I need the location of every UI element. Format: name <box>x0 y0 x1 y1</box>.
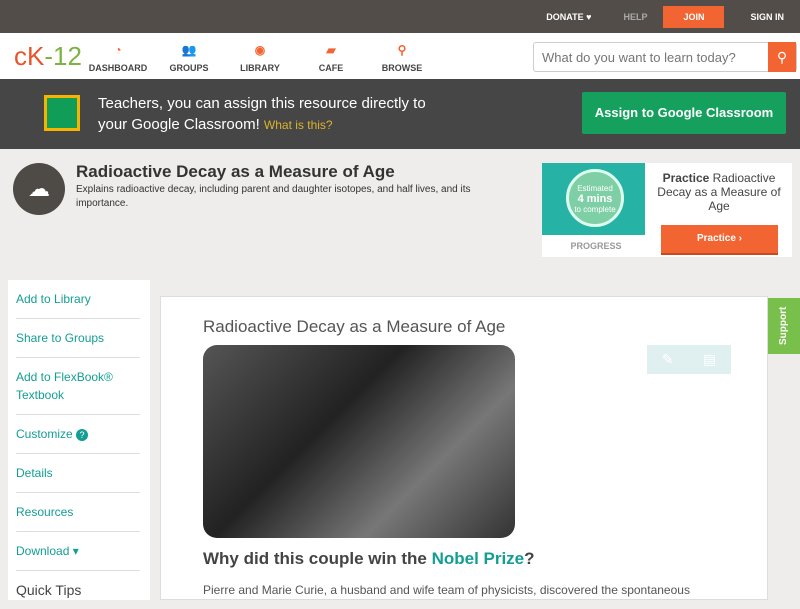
estimate-text: to complete <box>574 205 616 214</box>
notes-icon[interactable]: ▤ <box>703 351 716 368</box>
practice-card: Estimated 4 mins to complete PROGRESS Prac… <box>542 163 792 257</box>
library-icon: ◉ <box>254 43 266 57</box>
page-description: Explains radioactive decay, including pa… <box>76 184 471 209</box>
logo-part: cK <box>14 41 45 71</box>
pencil-icon[interactable]: ✎ <box>662 351 674 368</box>
page-title: Radioactive Decay as a Measure of Age <box>76 162 395 181</box>
banner-text: your Google Classroom! <box>98 116 260 133</box>
nav-label: LIBRARY <box>240 63 280 73</box>
practice-title-bold: Practice <box>662 171 710 185</box>
nav-browse[interactable]: ⚲ BROWSE <box>367 43 437 73</box>
resource-header: ☁ Radioactive Decay as a Measure of Age … <box>0 149 800 279</box>
sign-in-link[interactable]: SIGN IN <box>734 12 800 22</box>
ck12-logo[interactable]: cK-12 <box>14 41 82 72</box>
support-tab[interactable]: Support <box>768 298 800 354</box>
nav-label: GROUPS <box>169 63 209 73</box>
annotation-tools: ✎ ▤ <box>647 345 731 374</box>
main-nav: cK-12 ◔ DASHBOARD 👥 GROUPS ◉ LIBRARY ▰ CAFE … <box>0 33 800 79</box>
paragraph: Pierre and Marie Curie, a husband and wi… <box>203 583 690 597</box>
donate-link[interactable]: DONATE ♥ <box>530 12 607 22</box>
sidebar-add-to-library[interactable]: Add to Library <box>16 280 140 319</box>
dashboard-icon: ◔ <box>114 43 122 57</box>
progress-label: PROGRESS <box>570 241 622 251</box>
practice-image: Estimated 4 mins to complete <box>542 163 645 235</box>
nav-dashboard[interactable]: ◔ DASHBOARD <box>83 43 153 73</box>
nav-label: CAFE <box>318 63 344 73</box>
nobel-prize-link[interactable]: Nobel Prize <box>432 549 525 568</box>
weather-icon: ☁ <box>13 163 65 215</box>
nav-library[interactable]: ◉ LIBRARY <box>225 43 295 73</box>
assign-google-classroom-button[interactable]: Assign to Google Classroom <box>582 92 786 134</box>
cafe-icon: ▰ <box>326 43 336 57</box>
help-link[interactable]: HELP <box>607 12 663 22</box>
banner-text: Teachers, you can assign this resource d… <box>98 95 426 112</box>
sidebar-details[interactable]: Details <box>16 454 140 493</box>
top-bar: DONATE ♥ HELP JOIN SIGN IN <box>0 0 800 33</box>
join-button[interactable]: JOIN <box>663 5 725 28</box>
question-mark: ? <box>524 549 535 568</box>
nav-cafe[interactable]: ▰ CAFE <box>296 43 366 73</box>
sidebar-add-to-flexbook[interactable]: Add to FlexBook® Textbook <box>16 358 140 415</box>
logo-part: -12 <box>44 41 82 71</box>
help-icon[interactable]: ? <box>76 429 89 441</box>
search-box: ⚲ <box>533 42 797 72</box>
curie-photo <box>203 345 515 538</box>
nav-label: DASHBOARD <box>88 63 148 73</box>
what-is-this-link[interactable]: What is this? <box>264 118 333 132</box>
quick-tips-heading: Quick Tips <box>16 582 82 598</box>
google-classroom-icon <box>44 95 80 131</box>
google-classroom-banner: Teachers, you can assign this resource d… <box>0 79 800 149</box>
nav-groups[interactable]: 👥 GROUPS <box>154 43 224 73</box>
content-title: Radioactive Decay as a Measure of Age <box>203 317 506 336</box>
nav-label: BROWSE <box>381 63 423 73</box>
sidebar-download[interactable]: Download ▾ <box>16 532 140 571</box>
estimate-time: 4 mins <box>577 193 613 205</box>
sidebar: Add to Library Share to Groups Add to Fl… <box>8 280 150 600</box>
sidebar-customize[interactable]: Customize ? <box>16 415 140 454</box>
search-button[interactable]: ⚲ <box>768 42 796 72</box>
practice-button[interactable]: Practice › <box>661 225 778 255</box>
sidebar-share-to-groups[interactable]: Share to Groups <box>16 319 140 358</box>
browse-icon: ⚲ <box>397 43 407 57</box>
question-heading: Why did this couple win the Nobel Prize? <box>203 549 535 569</box>
search-input[interactable] <box>534 43 764 71</box>
sidebar-resources[interactable]: Resources <box>16 493 140 532</box>
practice-title: Practice Radioactive Decay as a Measure … <box>654 171 784 213</box>
customize-label: Customize <box>16 427 73 441</box>
question-text: Why did this couple win the <box>203 549 432 568</box>
estimate-text: Estimated <box>577 184 613 193</box>
groups-icon: 👥 <box>181 43 197 57</box>
main-content: Radioactive Decay as a Measure of Age ✎ ▤… <box>160 296 768 600</box>
